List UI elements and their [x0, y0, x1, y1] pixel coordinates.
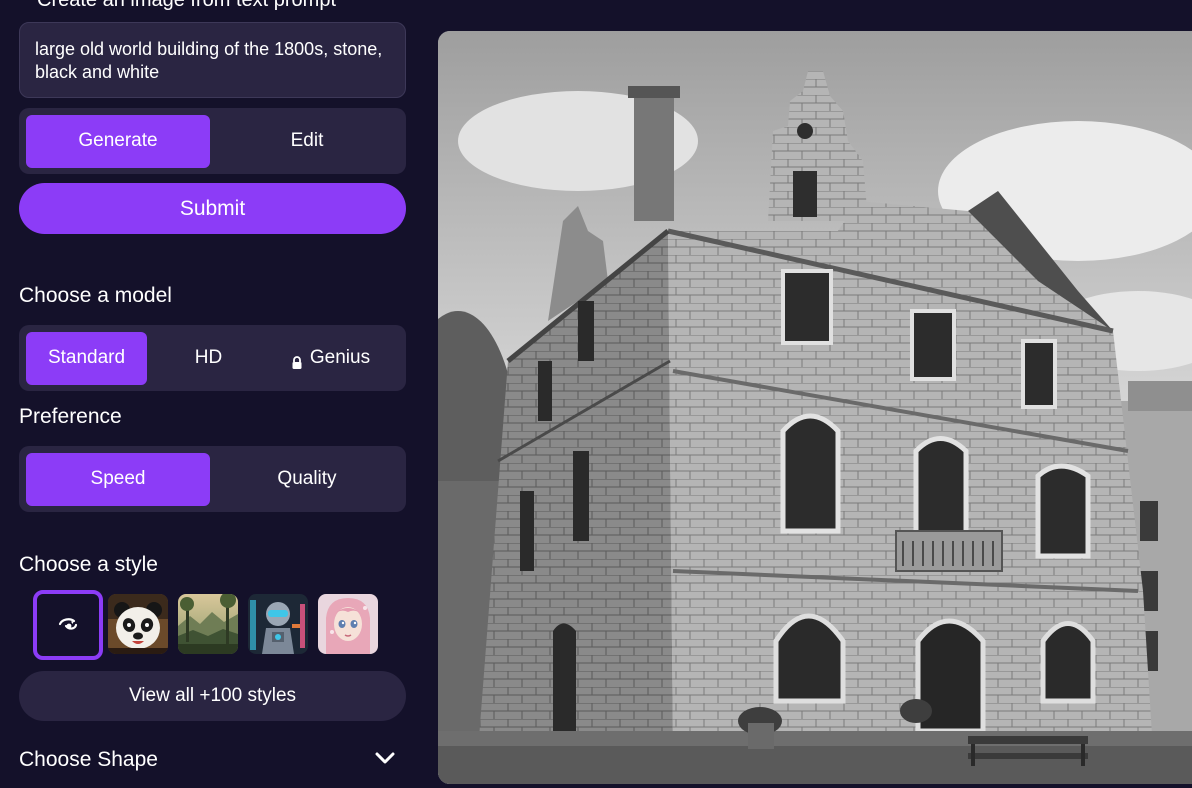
submit-button[interactable]: Submit [19, 183, 406, 234]
prompt-input[interactable]: large old world building of the 1800s, s… [19, 22, 406, 98]
choose-shape-toggle[interactable]: Choose Shape [19, 744, 406, 776]
preference-option-speed[interactable]: Speed [26, 452, 210, 506]
style-none-thumbnail[interactable] [33, 590, 103, 660]
generated-building-image [438, 31, 1192, 784]
chevron-down-icon [374, 751, 396, 770]
model-option-genius-label: Genius [309, 347, 371, 368]
style-robot-thumbnail[interactable] [248, 594, 308, 654]
style-panda-thumbnail[interactable] [108, 594, 168, 654]
generate-tab[interactable]: Generate [26, 114, 210, 168]
preference-option-quality[interactable]: Quality [215, 453, 399, 506]
lock-icon [291, 353, 303, 369]
style-heading: Choose a style [19, 553, 158, 576]
style-landscape-thumbnail[interactable] [178, 594, 238, 654]
image-generator-app: Create an image from text prompt large o… [0, 0, 1192, 788]
model-heading: Choose a model [19, 284, 172, 307]
model-option-hd[interactable]: HD [148, 332, 269, 385]
control-panel: Create an image from text prompt large o… [19, 0, 406, 788]
view-all-styles-button[interactable]: View all +100 styles [19, 671, 406, 721]
preference-selector: Speed Quality [19, 446, 406, 512]
model-selector: Standard HD Genius [19, 325, 406, 391]
model-option-standard[interactable]: Standard [26, 331, 147, 385]
mode-toggle: Generate Edit [19, 108, 406, 174]
generated-image-preview[interactable] [438, 31, 1192, 784]
model-option-genius[interactable]: Genius [270, 332, 391, 385]
no-style-icon [57, 617, 79, 633]
shape-heading: Choose Shape [19, 748, 158, 771]
style-anime-thumbnail[interactable] [318, 594, 378, 654]
edit-tab[interactable]: Edit [215, 115, 399, 168]
panel-heading: Create an image from text prompt [37, 0, 337, 11]
preference-heading: Preference [19, 405, 122, 428]
